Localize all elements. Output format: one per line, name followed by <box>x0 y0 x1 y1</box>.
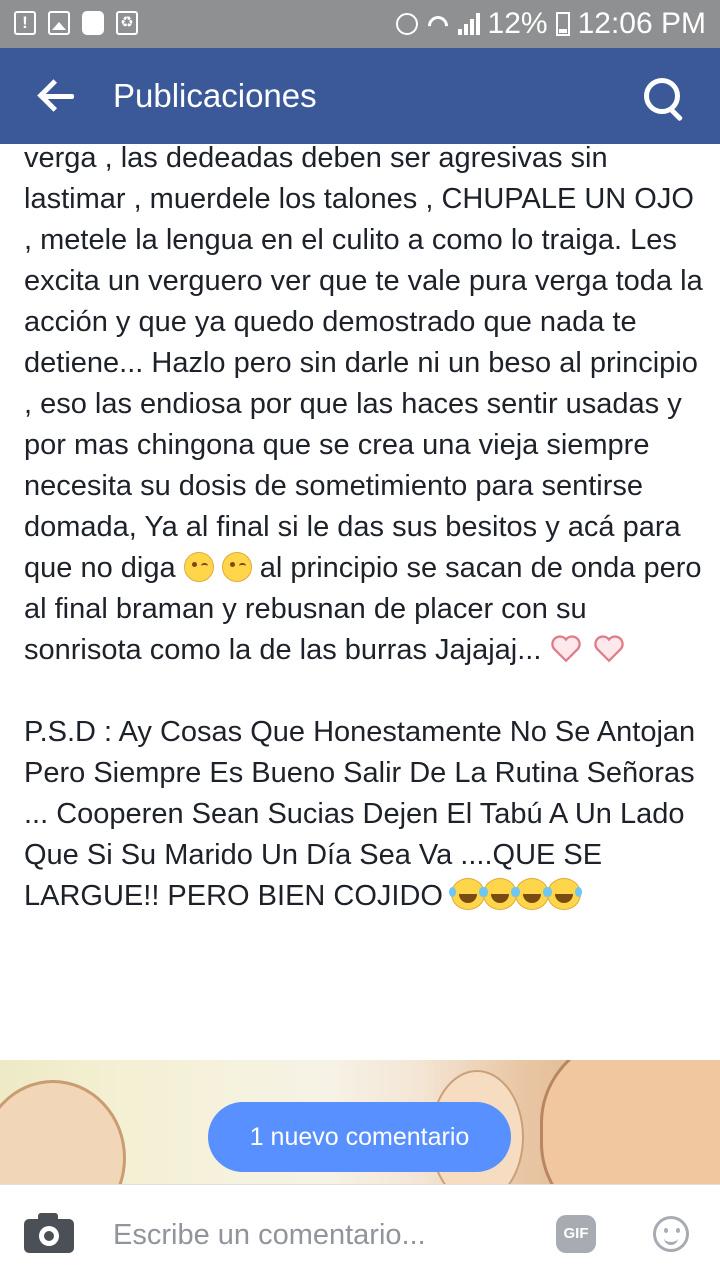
clock: 12:06 PM <box>577 7 706 40</box>
tears-of-joy-emoji-icon <box>513 878 550 910</box>
camera-icon[interactable] <box>24 1213 74 1253</box>
alert-icon <box>14 11 36 35</box>
back-arrow-icon[interactable] <box>36 78 76 114</box>
recycle-icon <box>116 11 138 35</box>
comment-input[interactable]: Escribe un comentario... <box>113 1215 426 1255</box>
page-title: Publicaciones <box>113 77 317 114</box>
tears-of-joy-emoji-icon <box>545 878 582 910</box>
post-paragraph: P.S.D : Ay Cosas Que Honestamente No Se … <box>24 712 704 917</box>
post-text-part1: verga , las dedeadas deben ser agresivas… <box>24 142 703 584</box>
globe-icon <box>82 11 104 35</box>
tears-of-joy-emoji-icon <box>449 878 486 910</box>
image-icon <box>48 11 70 35</box>
wifi-icon <box>426 14 450 34</box>
status-bar: 12% 12:06 PM <box>0 0 720 48</box>
battery-percent: 12% <box>487 7 548 40</box>
emoji-icon[interactable] <box>653 1216 689 1252</box>
post-paragraph: verga , las dedeadas deben ser agresivas… <box>24 138 704 671</box>
gif-button[interactable]: GIF <box>556 1215 596 1253</box>
alarm-icon <box>395 13 418 35</box>
signal-icon <box>457 13 480 35</box>
new-comment-button[interactable]: 1 nuevo comentario <box>208 1102 511 1172</box>
heart-icon <box>549 631 583 665</box>
comment-composer: Escribe un comentario... GIF <box>0 1184 720 1281</box>
heart-icon <box>592 631 626 665</box>
tears-of-joy-emoji-icon <box>481 878 518 910</box>
search-icon[interactable] <box>642 76 686 122</box>
app-header: Publicaciones <box>0 48 720 144</box>
post-text-psd: P.S.D : Ay Cosas Que Honestamente No Se … <box>24 716 696 912</box>
system-indicators: 12% 12:06 PM <box>395 6 706 42</box>
wink-emoji-icon <box>183 552 214 582</box>
wink-emoji-icon <box>221 552 252 582</box>
battery-icon <box>555 12 570 36</box>
notification-icons <box>14 11 138 35</box>
post-body: verga , las dedeadas deben ser agresivas… <box>24 138 704 917</box>
